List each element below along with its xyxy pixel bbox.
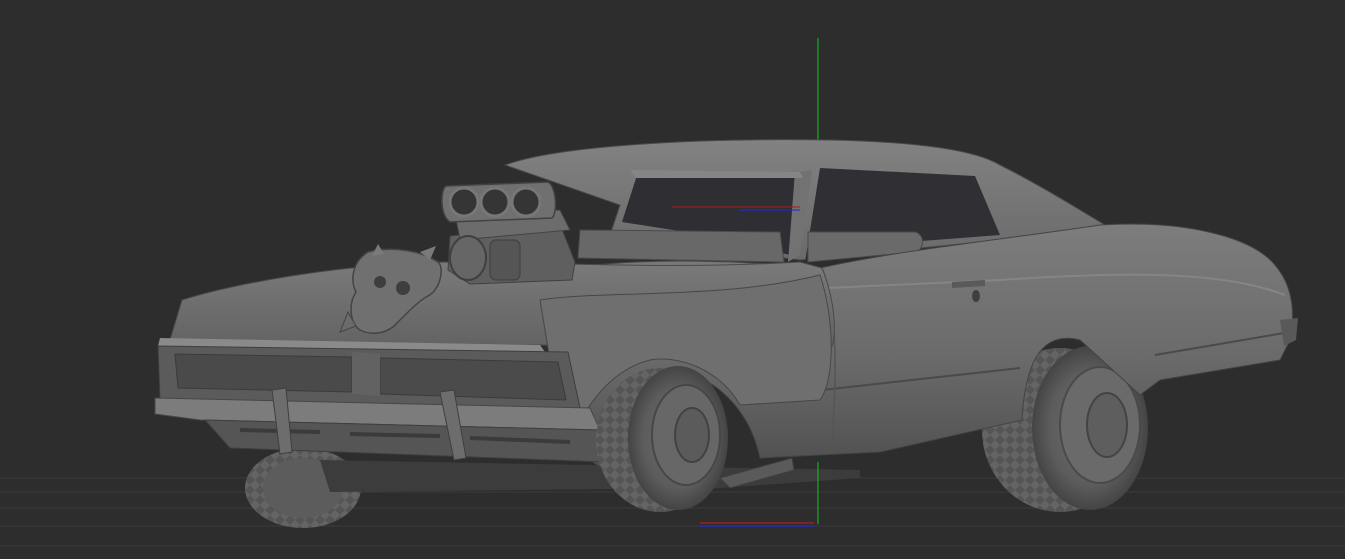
engine-blower xyxy=(441,181,576,285)
door-lock xyxy=(972,290,980,302)
grille-right xyxy=(379,357,567,401)
3d-viewport[interactable] xyxy=(0,0,1345,559)
car-model[interactable] xyxy=(154,139,1298,528)
viewport-scene[interactable] xyxy=(0,0,1345,559)
grille-divider xyxy=(352,352,380,396)
grille-left xyxy=(174,353,353,393)
seat-back xyxy=(577,229,785,263)
